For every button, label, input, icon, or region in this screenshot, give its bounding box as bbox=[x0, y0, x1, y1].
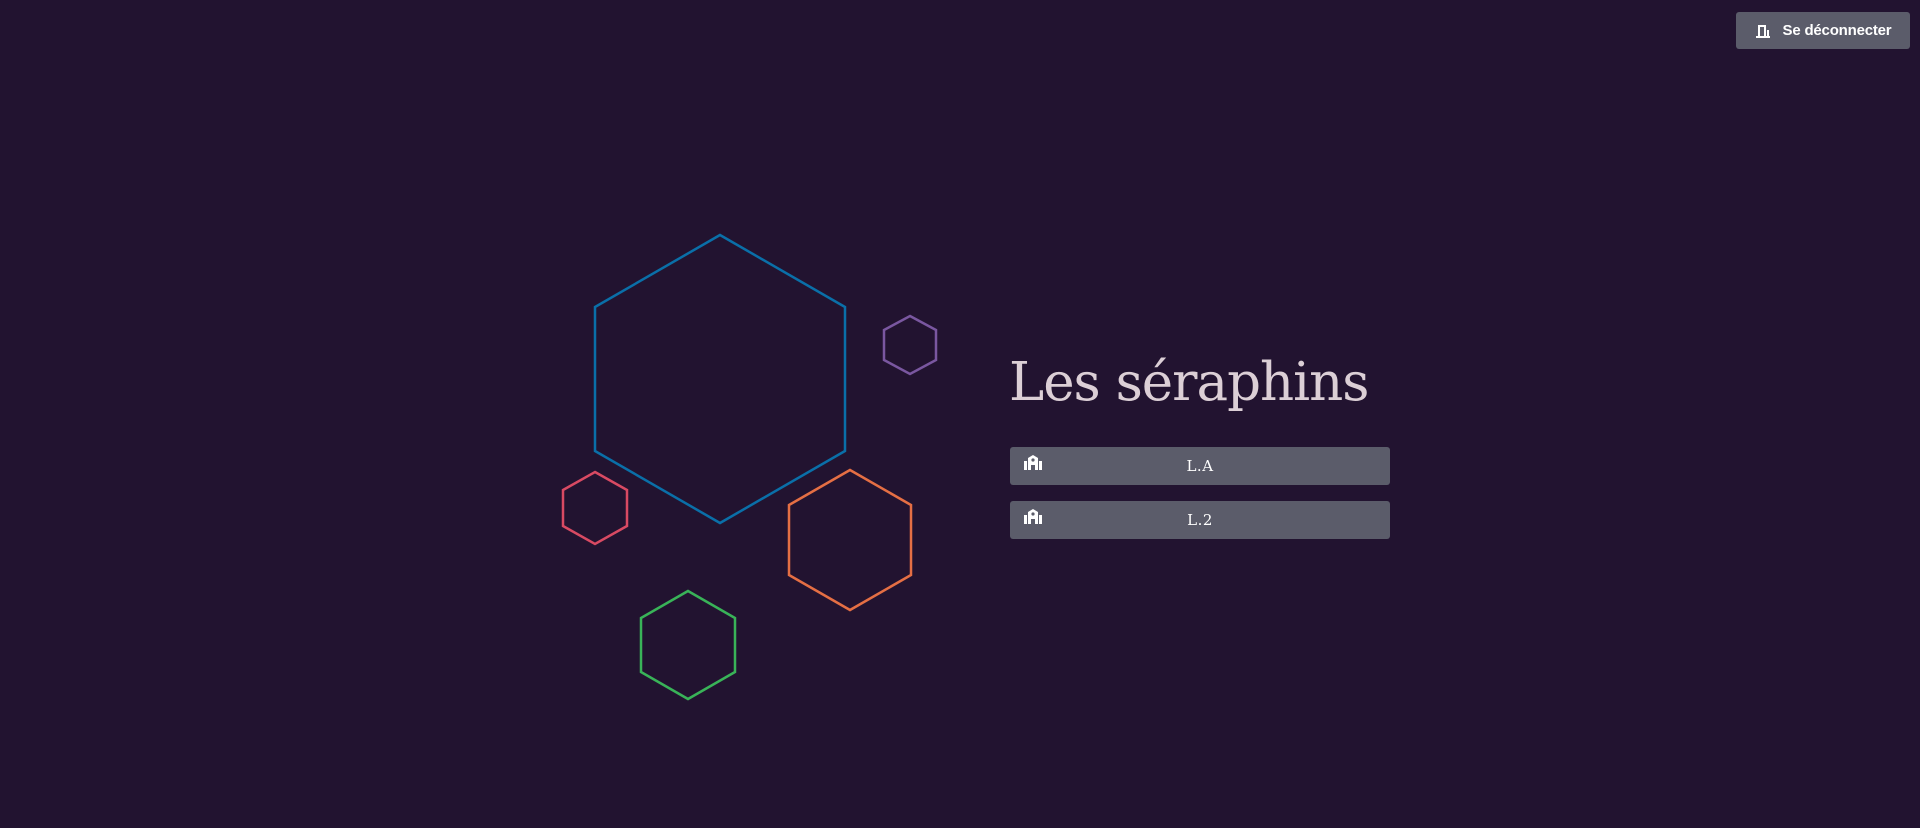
school-building-icon bbox=[1024, 455, 1042, 470]
logout-label: Se déconnecter bbox=[1782, 22, 1892, 39]
small-red-hexagon bbox=[561, 470, 629, 546]
class-button-l2[interactable]: L.2 bbox=[1010, 501, 1390, 539]
school-building-icon bbox=[1024, 509, 1042, 524]
large-blue-hexagon bbox=[593, 233, 847, 525]
door-exit-icon bbox=[1755, 24, 1770, 38]
logout-button[interactable]: Se déconnecter bbox=[1736, 12, 1910, 49]
decorative-hexagons bbox=[561, 233, 938, 701]
class-label: L.A bbox=[1186, 457, 1214, 475]
class-button-la[interactable]: L.A bbox=[1010, 447, 1390, 485]
green-hexagon bbox=[639, 589, 737, 701]
page-title: Les séraphins bbox=[1009, 352, 1369, 413]
class-list: L.A L.2 bbox=[1010, 447, 1390, 555]
class-label: L.2 bbox=[1187, 511, 1213, 529]
orange-hexagon bbox=[787, 468, 913, 612]
small-purple-hexagon bbox=[882, 314, 938, 376]
